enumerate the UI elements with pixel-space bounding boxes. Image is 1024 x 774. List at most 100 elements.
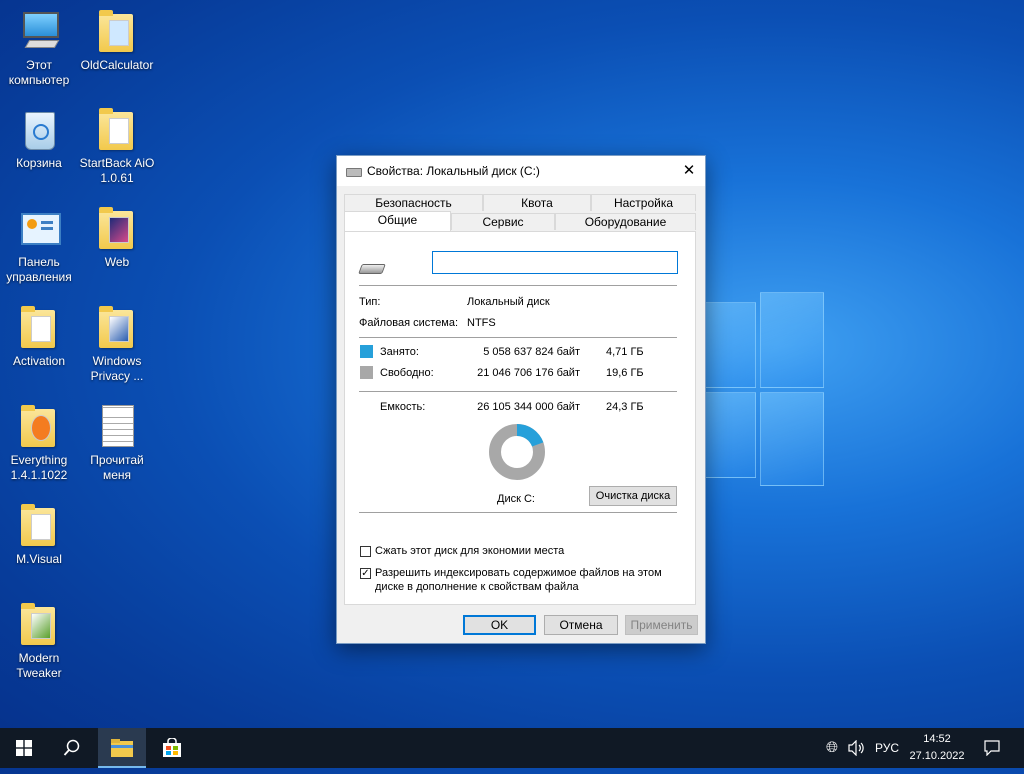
language-indicator[interactable]: РУС xyxy=(871,741,903,755)
type-label: Тип: xyxy=(359,296,381,308)
volume-button[interactable] xyxy=(846,728,868,768)
index-checkbox[interactable]: ✓ xyxy=(360,568,371,579)
desktop-icon-readme[interactable]: Прочитай меня xyxy=(79,405,155,483)
desktop-icon-label: Activation xyxy=(12,354,66,368)
store-bag-icon xyxy=(163,737,181,757)
capacity-label: Емкость: xyxy=(380,401,426,413)
dialog-title: Свойства: Локальный диск (C:) xyxy=(367,164,540,178)
volume-name-input[interactable] xyxy=(432,251,678,274)
drive-icon xyxy=(346,168,362,177)
tab-general[interactable]: Общие xyxy=(344,211,451,231)
folder-icon xyxy=(111,739,133,757)
desktop-icon-label: Этот компьютер xyxy=(8,58,70,87)
network-globe-icon[interactable]: 🌐︎ xyxy=(822,728,842,768)
desktop-icon-label: StartBack AiO 1.0.61 xyxy=(79,156,155,185)
free-gb: 19,6 ГБ xyxy=(606,367,644,379)
close-button[interactable]: ✕ xyxy=(673,156,705,186)
clock-time[interactable]: 14:52 xyxy=(904,733,970,745)
separator xyxy=(359,391,677,392)
ok-button[interactable]: OK xyxy=(463,615,536,635)
notification-icon xyxy=(984,740,1000,757)
drive-icon xyxy=(358,262,386,274)
folder-icon xyxy=(97,306,137,350)
tab-hardware[interactable]: Оборудование xyxy=(555,213,696,230)
desktop-icon-web[interactable]: Web xyxy=(79,207,155,270)
index-label-line2: диске в дополнение к свойствам файла xyxy=(375,581,579,593)
used-gb: 4,71 ГБ xyxy=(606,346,644,358)
used-space-swatch xyxy=(360,345,373,358)
windows-logo-wallpaper xyxy=(700,288,824,486)
action-center-button[interactable] xyxy=(978,728,1006,768)
search-button[interactable] xyxy=(48,728,96,768)
compress-label: Сжать этот диск для экономии места xyxy=(375,545,565,557)
free-label: Свободно: xyxy=(380,367,434,379)
control-panel-icon xyxy=(19,207,61,251)
folder-icon xyxy=(19,504,59,548)
document-icon xyxy=(97,405,137,449)
desktop-icon-oldcalculator[interactable]: OldCalculator xyxy=(79,10,155,73)
free-bytes: 21 046 706 176 байт xyxy=(477,367,580,379)
separator xyxy=(359,337,677,338)
desktop-icon-everything[interactable]: Everything 1.4.1.1022 xyxy=(1,405,77,483)
cancel-button[interactable]: Отмена xyxy=(544,615,618,635)
filesystem-value: NTFS xyxy=(467,317,496,329)
recycle-bin-icon xyxy=(19,108,59,152)
capacity-bytes: 26 105 344 000 байт xyxy=(477,401,580,413)
taskbar: 🌐︎ РУС 14:52 27.10.2022 xyxy=(0,728,1024,768)
separator xyxy=(359,285,677,286)
start-button[interactable] xyxy=(0,728,48,768)
taskbar-store[interactable] xyxy=(148,728,196,768)
used-bytes: 5 058 637 824 байт xyxy=(483,346,580,358)
desktop-icon-label: Web xyxy=(104,255,130,269)
desktop-icon-windows-privacy[interactable]: Windows Privacy ... xyxy=(79,306,155,384)
type-value: Локальный диск xyxy=(467,296,550,308)
desktop-icon-control-panel[interactable]: Панель управления xyxy=(1,207,77,285)
apply-button[interactable]: Применить xyxy=(625,615,698,635)
disk-label: Диск C: xyxy=(497,493,535,505)
desktop-icon-label: Everything 1.4.1.1022 xyxy=(10,453,68,482)
tab-row-back: Безопасность Квота Настройка xyxy=(344,194,696,212)
speaker-icon xyxy=(848,739,864,757)
compress-checkbox[interactable] xyxy=(360,546,371,557)
desktop-icon-label: Windows Privacy ... xyxy=(90,354,144,383)
desktop-icon-recycle-bin[interactable]: Корзина xyxy=(1,108,77,171)
tab-customize[interactable]: Настройка xyxy=(591,194,696,211)
tab-quota[interactable]: Квота xyxy=(483,194,591,211)
disk-cleanup-button[interactable]: Очистка диска xyxy=(589,486,677,506)
title-bar[interactable]: Свойства: Локальный диск (C:) ✕ xyxy=(337,156,705,186)
free-space-swatch xyxy=(360,366,373,379)
tab-row-front: Общие Сервис Оборудование xyxy=(344,211,696,231)
separator xyxy=(359,512,677,513)
search-icon xyxy=(63,739,80,756)
disk-usage-donut xyxy=(489,424,545,480)
capacity-gb: 24,3 ГБ xyxy=(606,401,644,413)
windows-icon xyxy=(16,740,32,756)
folder-icon xyxy=(19,603,59,647)
desktop-icon-label: Прочитай меня xyxy=(90,453,144,482)
desktop-icon-label: Modern Tweaker xyxy=(16,651,62,680)
desktop-icon-label: Панель управления xyxy=(6,255,72,284)
tab-tools[interactable]: Сервис xyxy=(451,213,555,230)
taskbar-file-explorer[interactable] xyxy=(98,728,146,768)
folder-icon xyxy=(97,10,137,54)
folder-icon xyxy=(97,108,137,152)
clock-date[interactable]: 27.10.2022 xyxy=(904,750,970,762)
desktop-icon-label: OldCalculator xyxy=(80,58,154,72)
general-tab-panel: Тип: Локальный диск Файловая система: NT… xyxy=(344,231,696,605)
desktop-icon-label: Корзина xyxy=(16,156,62,170)
desktop-icon-activation[interactable]: Activation xyxy=(1,306,77,369)
desktop-icon-modern-tweaker[interactable]: Modern Tweaker xyxy=(1,603,77,681)
folder-icon xyxy=(19,306,59,350)
tab-security[interactable]: Безопасность xyxy=(344,194,483,211)
desktop-icon-mvisual[interactable]: M.Visual xyxy=(1,504,77,567)
used-label: Занято: xyxy=(380,346,419,358)
index-label-line1: Разрешить индексировать содержимое файло… xyxy=(375,567,662,579)
computer-icon xyxy=(19,10,60,54)
desktop-icon-startback[interactable]: StartBack AiO 1.0.61 xyxy=(79,108,155,186)
disk-properties-dialog: Свойства: Локальный диск (C:) ✕ Безопасн… xyxy=(336,155,706,644)
filesystem-label: Файловая система: xyxy=(359,317,459,329)
folder-icon xyxy=(19,405,59,449)
desktop-icon-this-pc[interactable]: Этот компьютер xyxy=(1,10,77,88)
desktop-icon-label: M.Visual xyxy=(16,552,62,566)
folder-icon xyxy=(97,207,137,251)
